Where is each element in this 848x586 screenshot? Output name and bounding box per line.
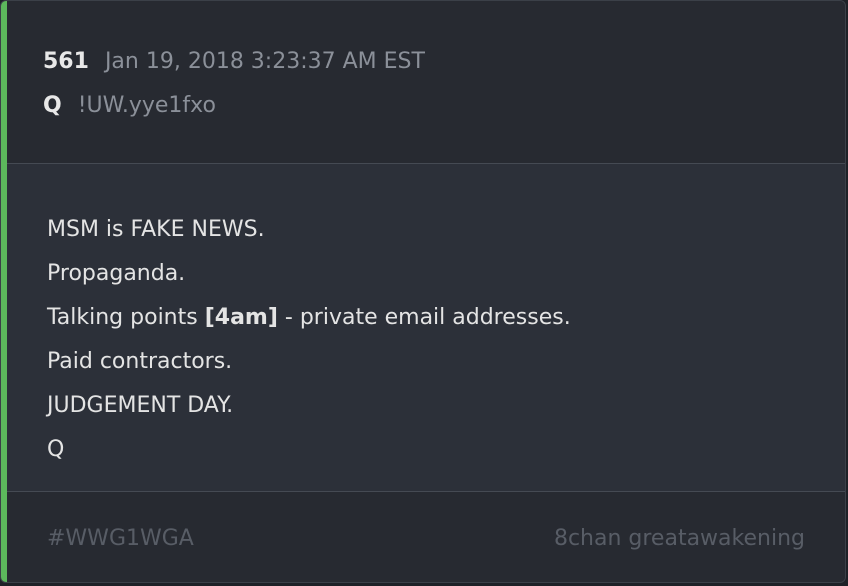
post-text: MSM is FAKE NEWS. Propaganda. Talking po… [47,212,571,476]
post-line: Talking points [4am] - private email add… [47,300,571,344]
author-tripcode: !UW.yye1fxo [77,93,216,118]
meta-row: 561 Jan 19, 2018 3:23:37 AM EST [43,49,425,79]
hashtag: #WWG1WGA [47,526,194,551]
post-line-bold: [4am] [204,305,278,330]
post-line-prefix: Talking points [47,305,205,330]
post-line: Propaganda. [47,261,186,286]
post-line: Paid contractors. [47,349,233,374]
post-timestamp: Jan 19, 2018 3:23:37 AM EST [104,49,425,74]
post-line: MSM is FAKE NEWS. [47,217,265,242]
post-number[interactable]: 561 [43,49,89,74]
post-footer: #WWG1WGA 8chan greatawakening [7,492,845,582]
post-line-suffix: - private email addresses. [277,305,571,330]
source-label: 8chan greatawakening [553,526,805,551]
author-row: Q !UW.yye1fxo [43,93,216,123]
author-name: Q [43,93,62,118]
post-card: 561 Jan 19, 2018 3:23:37 AM EST Q !UW.yy… [0,0,846,583]
post-header: 561 Jan 19, 2018 3:23:37 AM EST Q !UW.yy… [7,1,845,164]
post-line: JUDGEMENT DAY. [47,393,234,418]
post-line: Q [47,437,65,462]
post-body: MSM is FAKE NEWS. Propaganda. Talking po… [7,164,845,492]
